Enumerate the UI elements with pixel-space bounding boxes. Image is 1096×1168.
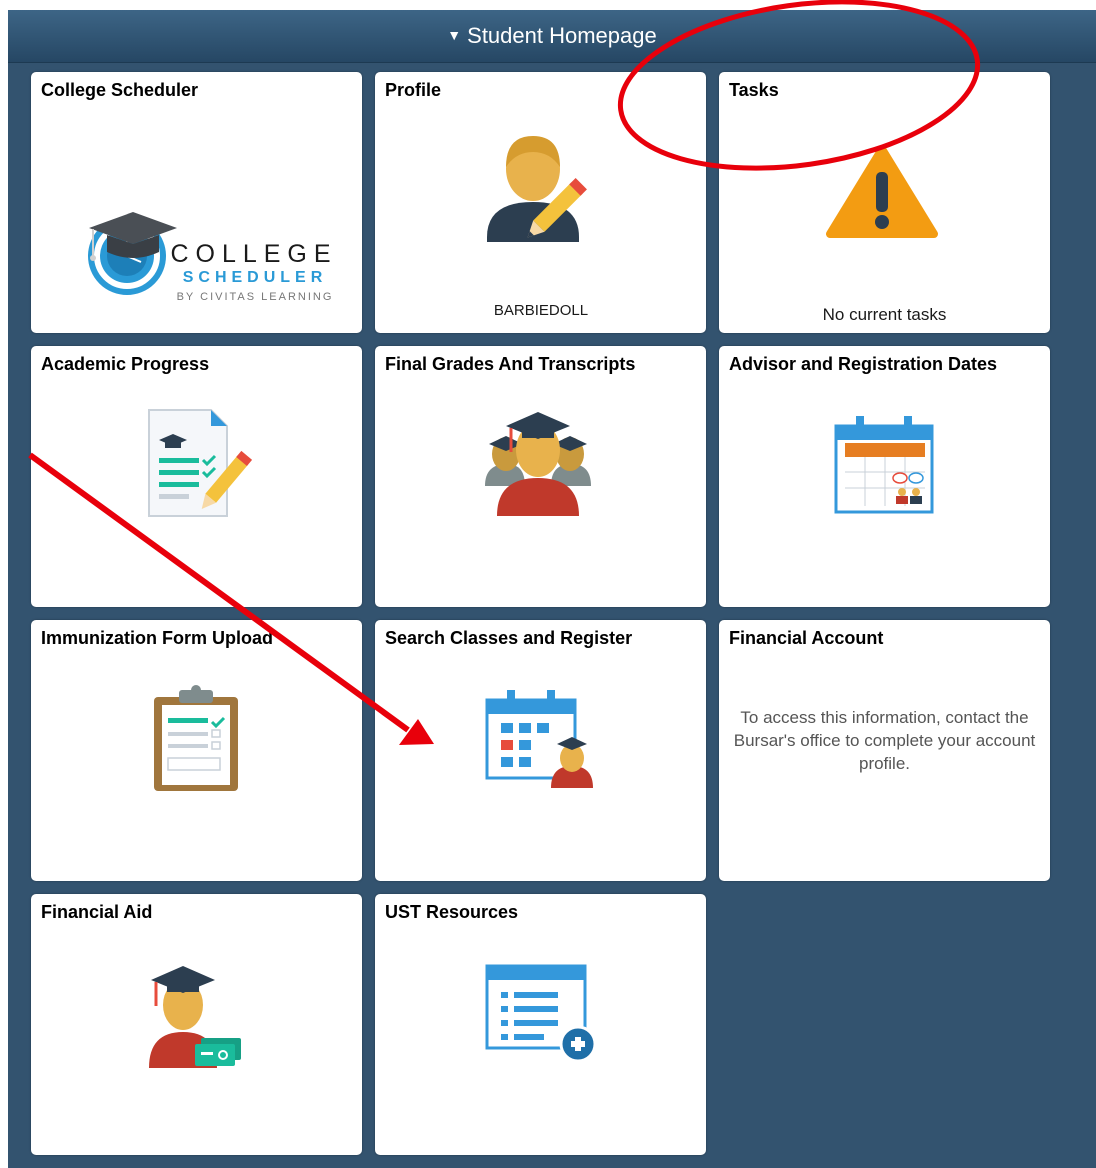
graduates-group-icon xyxy=(485,412,591,516)
scheduler-logo-line3: BY CIVITAS LEARNING xyxy=(177,291,334,303)
college-scheduler-logo-icon: COLLEGE SCHEDULER BY CIVITAS LEARNING xyxy=(88,212,337,303)
caret-down-icon: ▼ xyxy=(447,27,462,43)
tile-search-classes-register[interactable]: Search Classes and Register xyxy=(375,620,706,881)
graduate-money-icon xyxy=(149,966,241,1068)
warning-triangle-icon xyxy=(826,145,938,238)
tile-profile[interactable]: Profile BARBIEDOLL xyxy=(375,72,706,333)
financial-account-message: To access this information, contact the … xyxy=(733,708,1036,773)
tile-financial-account[interactable]: Financial Account To access this informa… xyxy=(719,620,1050,881)
tile-financial-aid[interactable]: Financial Aid xyxy=(31,894,362,1155)
clipboard-checklist-icon xyxy=(154,685,238,791)
scheduler-logo-line1: COLLEGE xyxy=(170,240,337,268)
calendar-advisor-icon xyxy=(834,416,934,514)
tile-tasks[interactable]: Tasks No current tasks xyxy=(719,72,1050,333)
list-window-add-icon xyxy=(485,964,597,1063)
tile-academic-progress[interactable]: Academic Progress xyxy=(31,346,362,607)
homepage-banner[interactable]: ▼ Student Homepage xyxy=(8,10,1096,63)
tile-immunization-form-upload[interactable]: Immunization Form Upload xyxy=(31,620,362,881)
profile-person-pencil-icon: BARBIEDOLL xyxy=(487,136,588,319)
checklist-document-pencil-icon xyxy=(148,409,253,517)
scheduler-logo-line2: SCHEDULER xyxy=(183,269,328,286)
tile-advisor-registration-dates[interactable]: Advisor and Registration Dates xyxy=(719,346,1050,607)
tile-final-grades-transcripts[interactable]: Final Grades And Transcripts xyxy=(375,346,706,607)
homepage-title: Student Homepage xyxy=(467,23,657,48)
tile-title: Financial Account xyxy=(729,628,884,648)
profile-username: BARBIEDOLL xyxy=(494,302,588,319)
tile-college-scheduler[interactable]: College Scheduler COLLEGE SCHEDULER BY C… xyxy=(31,72,362,333)
tile-ust-resources[interactable]: UST Resources xyxy=(375,894,706,1155)
calendar-graduate-icon xyxy=(485,690,593,788)
tasks-status-text: No current tasks xyxy=(822,305,947,324)
